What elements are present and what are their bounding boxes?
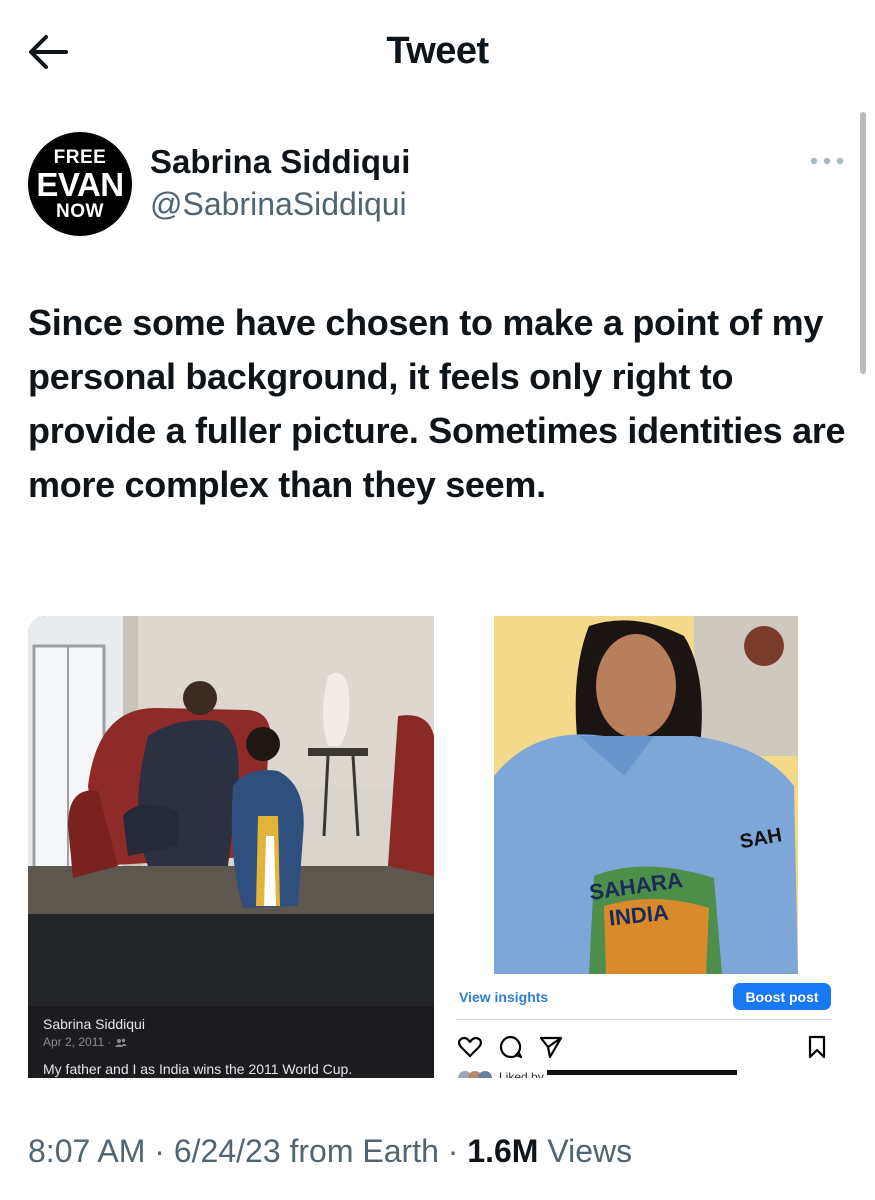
fb-date-text: Apr 2, 2011 ·: [43, 1035, 112, 1049]
views-label[interactable]: Views: [538, 1133, 632, 1169]
bookmark-icon[interactable]: [804, 1034, 830, 1060]
liked-by-text: Liked by: [499, 1070, 544, 1078]
fb-post-author: Sabrina Siddiqui: [43, 1016, 145, 1032]
heart-icon[interactable]: [457, 1034, 483, 1060]
scrollbar[interactable]: [860, 112, 866, 374]
author-display-name[interactable]: Sabrina Siddiqui: [150, 143, 410, 181]
avatar-text-line: EVAN: [36, 165, 124, 203]
top-bar: Tweet: [0, 0, 875, 100]
boost-post-button[interactable]: Boost post: [733, 983, 831, 1010]
meta-separator: ·: [145, 1133, 174, 1169]
views-count[interactable]: 1.6M: [467, 1133, 538, 1169]
comment-icon[interactable]: [498, 1034, 524, 1060]
more-horizontal-icon: [810, 157, 844, 165]
fb-post-caption: My father and I as India wins the 2011 W…: [43, 1061, 353, 1077]
avatar[interactable]: FREE EVAN NOW: [28, 132, 132, 236]
avatar-text-line: NOW: [56, 200, 104, 222]
more-options-button[interactable]: [808, 150, 846, 172]
tweet-time: 8:07 AM: [28, 1133, 146, 1169]
share-icon[interactable]: [538, 1034, 564, 1060]
avatar-text-line: FREE: [53, 146, 107, 168]
jersey-selfie-photo: SAHARA INDIA SAH: [494, 616, 798, 974]
author-handle[interactable]: @SabrinaSiddiqui: [150, 186, 407, 223]
tweet-media[interactable]: Sabrina Siddiqui Apr 2, 2011 · My father…: [28, 616, 846, 1078]
friends-audience-icon: [114, 1038, 127, 1047]
liked-by-row: Liked by: [458, 1070, 737, 1078]
tweet-source: from Earth: [280, 1133, 439, 1169]
meta-separator: ·: [438, 1133, 468, 1169]
view-insights-link[interactable]: View insights: [459, 989, 548, 1005]
tweet-meta: 8:07 AM · 6/24/23 from Earth · 1.6M View…: [28, 1133, 632, 1170]
tweet-date: 6/24/23: [173, 1133, 281, 1169]
father-daughter-photo: [28, 616, 434, 914]
page-title: Tweet: [386, 30, 489, 72]
tweet-text: Since some have chosen to make a point o…: [28, 302, 846, 505]
fb-post-date: Apr 2, 2011 ·: [43, 1035, 127, 1049]
facebook-post-screenshot: Sabrina Siddiqui Apr 2, 2011 · My father…: [28, 616, 434, 1078]
photo-padding: [28, 914, 434, 1006]
divider: [456, 1019, 832, 1020]
